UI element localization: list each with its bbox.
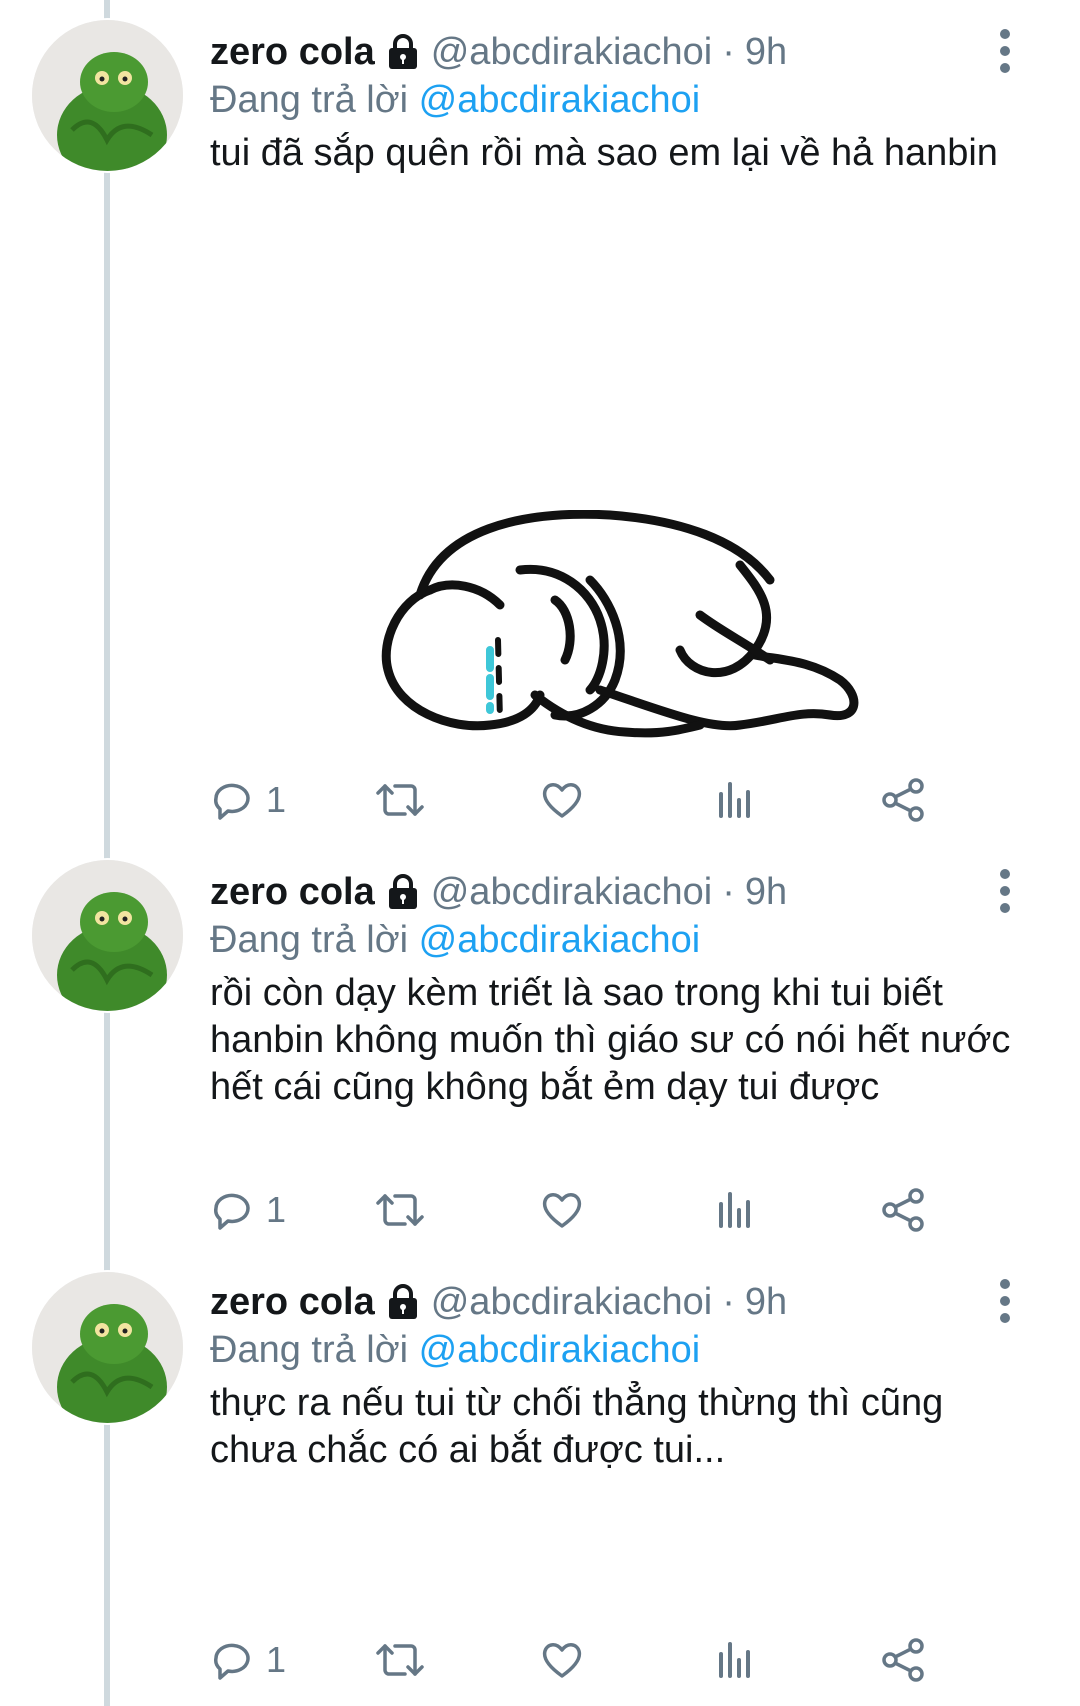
replying-to-mention[interactable]: @abcdirakiachoi — [419, 79, 701, 121]
avatar[interactable] — [30, 1270, 185, 1425]
analytics-button[interactable] — [715, 770, 755, 830]
heart-icon — [540, 1638, 584, 1682]
retweet-button[interactable] — [375, 1180, 425, 1240]
more-vertical-icon[interactable] — [990, 866, 1020, 916]
share-icon — [880, 1187, 926, 1233]
handle[interactable]: @abcdirakiachoi — [431, 28, 713, 76]
reply-button[interactable]: 1 — [210, 1180, 286, 1240]
replying-to: Đang trả lời @abcdirakiachoi — [210, 1326, 1020, 1374]
thread-line — [104, 0, 110, 1706]
separator: · — [722, 871, 735, 913]
replying-to-prefix: Đang trả lời — [210, 1329, 409, 1371]
reply-button[interactable]: 1 — [210, 1630, 286, 1690]
share-icon — [880, 1637, 926, 1683]
timestamp[interactable]: 9h — [745, 28, 787, 76]
reply-count: 1 — [266, 1189, 287, 1230]
retweet-icon — [375, 778, 425, 822]
like-button[interactable] — [540, 1180, 584, 1240]
tweet-header: zero cola @abcdirakiachoi · 9h — [210, 1278, 1020, 1326]
handle[interactable]: @abcdirakiachoi — [431, 1278, 713, 1326]
tweet-text: tui đã sắp quên rồi mà sao em lại về hả … — [210, 132, 998, 174]
retweet-button[interactable] — [375, 770, 425, 830]
tweet-media-drawing[interactable] — [360, 509, 920, 770]
tweet-text: thực ra nếu tui từ chối thẳng thừng thì … — [210, 1382, 944, 1471]
tweet-header: zero cola @abcdirakiachoi · 9h — [210, 868, 1020, 916]
analytics-icon — [715, 1638, 755, 1682]
display-name[interactable]: zero cola — [210, 28, 375, 76]
avatar[interactable] — [30, 858, 185, 1013]
like-button[interactable] — [540, 770, 584, 830]
reply-icon — [210, 1188, 254, 1232]
analytics-icon — [715, 778, 755, 822]
more-vertical-icon[interactable] — [990, 26, 1020, 76]
analytics-button[interactable] — [715, 1630, 755, 1690]
lock-icon — [383, 872, 423, 912]
timestamp[interactable]: 9h — [745, 868, 787, 916]
replying-to-mention[interactable]: @abcdirakiachoi — [419, 1329, 701, 1371]
reply-icon — [210, 1638, 254, 1682]
share-button[interactable] — [880, 770, 926, 830]
replying-to: Đang trả lời @abcdirakiachoi — [210, 916, 1020, 964]
separator: · — [722, 1281, 735, 1323]
replying-to-mention[interactable]: @abcdirakiachoi — [419, 919, 701, 961]
separator: · — [722, 31, 735, 73]
analytics-button[interactable] — [715, 1180, 755, 1240]
heart-icon — [540, 778, 584, 822]
display-name[interactable]: zero cola — [210, 1278, 375, 1326]
replying-to: Đang trả lời @abcdirakiachoi — [210, 76, 1020, 124]
replying-to-prefix: Đang trả lời — [210, 919, 409, 961]
retweet-icon — [375, 1638, 425, 1682]
lock-icon — [383, 32, 423, 72]
analytics-icon — [715, 1188, 755, 1232]
reply-count: 1 — [266, 1639, 287, 1680]
lock-icon — [383, 1282, 423, 1322]
replying-to-prefix: Đang trả lời — [210, 79, 409, 121]
retweet-button[interactable] — [375, 1630, 425, 1690]
reply-count: 1 — [266, 779, 287, 820]
handle[interactable]: @abcdirakiachoi — [431, 868, 713, 916]
tweet-actions: 1 — [210, 770, 1010, 830]
timestamp[interactable]: 9h — [745, 1278, 787, 1326]
like-button[interactable] — [540, 1630, 584, 1690]
retweet-icon — [375, 1188, 425, 1232]
heart-icon — [540, 1188, 584, 1232]
tweet-header: zero cola @abcdirakiachoi · 9h — [210, 28, 1020, 76]
share-button[interactable] — [880, 1630, 926, 1690]
reply-icon — [210, 778, 254, 822]
tweet-actions: 1 — [210, 1180, 1010, 1240]
tweet-text: rồi còn dạy kèm triết là sao trong khi t… — [210, 972, 1011, 1108]
tweet-actions: 1 — [210, 1630, 1010, 1690]
avatar[interactable] — [30, 18, 185, 173]
display-name[interactable]: zero cola — [210, 868, 375, 916]
more-vertical-icon[interactable] — [990, 1276, 1020, 1326]
reply-button[interactable]: 1 — [210, 770, 286, 830]
share-icon — [880, 777, 926, 823]
share-button[interactable] — [880, 1180, 926, 1240]
